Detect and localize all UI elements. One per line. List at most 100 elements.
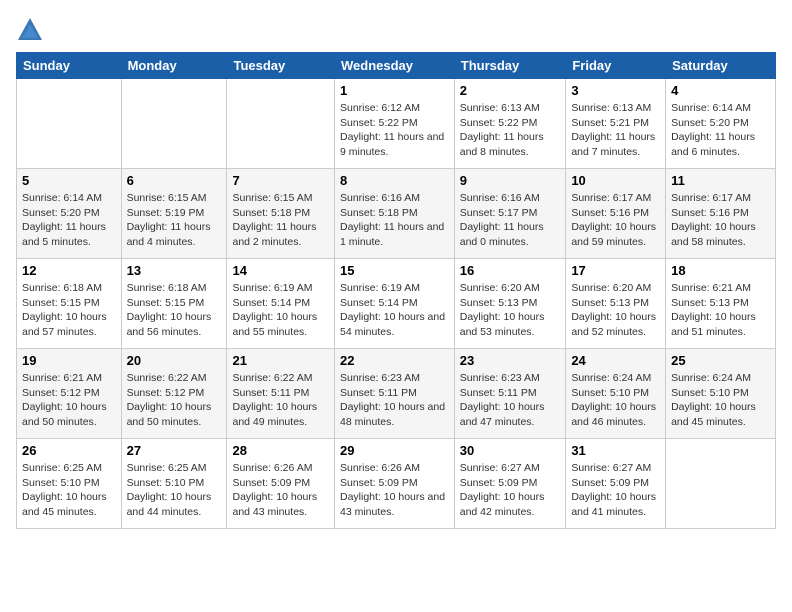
day-info: Sunrise: 6:14 AM Sunset: 5:20 PM Dayligh… [671, 101, 770, 160]
calendar-cell: 3Sunrise: 6:13 AM Sunset: 5:21 PM Daylig… [566, 79, 666, 169]
day-number: 6 [127, 173, 222, 188]
day-info: Sunrise: 6:14 AM Sunset: 5:20 PM Dayligh… [22, 191, 116, 250]
calendar-cell: 31Sunrise: 6:27 AM Sunset: 5:09 PM Dayli… [566, 439, 666, 529]
calendar-cell: 7 Sunrise: 6:15 AM Sunset: 5:18 PM Daylig… [227, 169, 335, 259]
calendar-cell: 17 Sunrise: 6:20 AM Sunset: 5:13 PM Dayli… [566, 259, 666, 349]
day-info: Sunrise: 6:19 AM Sunset: 5:14 PM Dayligh… [340, 281, 449, 340]
day-number: 13 [127, 263, 222, 278]
calendar-week-row: 1 Sunrise: 6:12 AM Sunset: 5:22 PM Daylig… [17, 79, 776, 169]
day-number: 25 [671, 353, 770, 368]
calendar-cell: 8Sunrise: 6:16 AM Sunset: 5:18 PM Daylig… [334, 169, 454, 259]
calendar-cell: 15Sunrise: 6:19 AM Sunset: 5:14 PM Dayli… [334, 259, 454, 349]
day-info: Sunrise: 6:25 AM Sunset: 5:10 PM Dayligh… [22, 461, 116, 520]
calendar-cell: 2 Sunrise: 6:13 AM Sunset: 5:22 PM Daylig… [454, 79, 566, 169]
calendar-cell: 28Sunrise: 6:26 AM Sunset: 5:09 PM Dayli… [227, 439, 335, 529]
logo [16, 16, 46, 44]
day-info: Sunrise: 6:24 AM Sunset: 5:10 PM Dayligh… [571, 371, 660, 430]
day-number: 9 [460, 173, 561, 188]
day-info: Sunrise: 6:20 AM Sunset: 5:13 PM Dayligh… [571, 281, 660, 340]
day-info: Sunrise: 6:13 AM Sunset: 5:21 PM Dayligh… [571, 101, 660, 160]
calendar-week-row: 12Sunrise: 6:18 AM Sunset: 5:15 PM Dayli… [17, 259, 776, 349]
calendar-cell: 1 Sunrise: 6:12 AM Sunset: 5:22 PM Daylig… [334, 79, 454, 169]
calendar-body: 1 Sunrise: 6:12 AM Sunset: 5:22 PM Daylig… [17, 79, 776, 529]
day-number: 31 [571, 443, 660, 458]
calendar-cell: 13Sunrise: 6:18 AM Sunset: 5:15 PM Dayli… [121, 259, 227, 349]
day-info: Sunrise: 6:19 AM Sunset: 5:14 PM Dayligh… [232, 281, 329, 340]
calendar-cell: 24 Sunrise: 6:24 AM Sunset: 5:10 PM Dayli… [566, 349, 666, 439]
day-info: Sunrise: 6:21 AM Sunset: 5:12 PM Dayligh… [22, 371, 116, 430]
day-number: 23 [460, 353, 561, 368]
day-number: 14 [232, 263, 329, 278]
calendar-cell: 29Sunrise: 6:26 AM Sunset: 5:09 PM Dayli… [334, 439, 454, 529]
day-number: 17 [571, 263, 660, 278]
day-info: Sunrise: 6:23 AM Sunset: 5:11 PM Dayligh… [340, 371, 449, 430]
day-number: 20 [127, 353, 222, 368]
calendar-week-row: 5 Sunrise: 6:14 AM Sunset: 5:20 PM Daylig… [17, 169, 776, 259]
calendar-cell: 14 Sunrise: 6:19 AM Sunset: 5:14 PM Dayli… [227, 259, 335, 349]
day-info: Sunrise: 6:20 AM Sunset: 5:13 PM Dayligh… [460, 281, 561, 340]
calendar-cell: 25 Sunrise: 6:24 AM Sunset: 5:10 PM Dayli… [666, 349, 776, 439]
day-number: 24 [571, 353, 660, 368]
page-header [16, 16, 776, 44]
calendar-cell: 11 Sunrise: 6:17 AM Sunset: 5:16 PM Dayli… [666, 169, 776, 259]
day-info: Sunrise: 6:17 AM Sunset: 5:16 PM Dayligh… [671, 191, 770, 250]
day-info: Sunrise: 6:16 AM Sunset: 5:18 PM Dayligh… [340, 191, 449, 250]
day-info: Sunrise: 6:22 AM Sunset: 5:11 PM Dayligh… [232, 371, 329, 430]
header-day: Saturday [666, 53, 776, 79]
header-day: Monday [121, 53, 227, 79]
calendar-table: SundayMondayTuesdayWednesdayThursdayFrid… [16, 52, 776, 529]
logo-icon [16, 16, 44, 44]
calendar-cell: 23 Sunrise: 6:23 AM Sunset: 5:11 PM Dayli… [454, 349, 566, 439]
day-info: Sunrise: 6:15 AM Sunset: 5:18 PM Dayligh… [232, 191, 329, 250]
day-info: Sunrise: 6:17 AM Sunset: 5:16 PM Dayligh… [571, 191, 660, 250]
calendar-cell: 18 Sunrise: 6:21 AM Sunset: 5:13 PM Dayli… [666, 259, 776, 349]
calendar-cell [17, 79, 122, 169]
header-day: Thursday [454, 53, 566, 79]
day-number: 2 [460, 83, 561, 98]
calendar-cell: 5 Sunrise: 6:14 AM Sunset: 5:20 PM Daylig… [17, 169, 122, 259]
day-number: 27 [127, 443, 222, 458]
calendar-cell: 27 Sunrise: 6:25 AM Sunset: 5:10 PM Dayli… [121, 439, 227, 529]
day-number: 5 [22, 173, 116, 188]
day-info: Sunrise: 6:22 AM Sunset: 5:12 PM Dayligh… [127, 371, 222, 430]
day-info: Sunrise: 6:26 AM Sunset: 5:09 PM Dayligh… [232, 461, 329, 520]
day-number: 12 [22, 263, 116, 278]
calendar-cell: 10Sunrise: 6:17 AM Sunset: 5:16 PM Dayli… [566, 169, 666, 259]
calendar-cell: 16 Sunrise: 6:20 AM Sunset: 5:13 PM Dayli… [454, 259, 566, 349]
day-info: Sunrise: 6:25 AM Sunset: 5:10 PM Dayligh… [127, 461, 222, 520]
day-number: 18 [671, 263, 770, 278]
day-number: 16 [460, 263, 561, 278]
calendar-cell [227, 79, 335, 169]
day-number: 30 [460, 443, 561, 458]
calendar-cell: 6 Sunrise: 6:15 AM Sunset: 5:19 PM Daylig… [121, 169, 227, 259]
header-day: Sunday [17, 53, 122, 79]
day-info: Sunrise: 6:16 AM Sunset: 5:17 PM Dayligh… [460, 191, 561, 250]
day-info: Sunrise: 6:15 AM Sunset: 5:19 PM Dayligh… [127, 191, 222, 250]
calendar-cell [121, 79, 227, 169]
day-number: 7 [232, 173, 329, 188]
calendar-cell: 21Sunrise: 6:22 AM Sunset: 5:11 PM Dayli… [227, 349, 335, 439]
calendar-cell: 26Sunrise: 6:25 AM Sunset: 5:10 PM Dayli… [17, 439, 122, 529]
day-info: Sunrise: 6:21 AM Sunset: 5:13 PM Dayligh… [671, 281, 770, 340]
day-number: 19 [22, 353, 116, 368]
day-info: Sunrise: 6:23 AM Sunset: 5:11 PM Dayligh… [460, 371, 561, 430]
calendar-cell: 20 Sunrise: 6:22 AM Sunset: 5:12 PM Dayli… [121, 349, 227, 439]
calendar-cell: 9 Sunrise: 6:16 AM Sunset: 5:17 PM Daylig… [454, 169, 566, 259]
header-day: Wednesday [334, 53, 454, 79]
day-number: 11 [671, 173, 770, 188]
header-day: Friday [566, 53, 666, 79]
day-info: Sunrise: 6:24 AM Sunset: 5:10 PM Dayligh… [671, 371, 770, 430]
day-info: Sunrise: 6:13 AM Sunset: 5:22 PM Dayligh… [460, 101, 561, 160]
day-number: 4 [671, 83, 770, 98]
calendar-cell: 19 Sunrise: 6:21 AM Sunset: 5:12 PM Dayli… [17, 349, 122, 439]
calendar-week-row: 26Sunrise: 6:25 AM Sunset: 5:10 PM Dayli… [17, 439, 776, 529]
day-number: 29 [340, 443, 449, 458]
calendar-cell [666, 439, 776, 529]
calendar-header: SundayMondayTuesdayWednesdayThursdayFrid… [17, 53, 776, 79]
header-row: SundayMondayTuesdayWednesdayThursdayFrid… [17, 53, 776, 79]
day-number: 22 [340, 353, 449, 368]
day-info: Sunrise: 6:27 AM Sunset: 5:09 PM Dayligh… [460, 461, 561, 520]
day-info: Sunrise: 6:12 AM Sunset: 5:22 PM Dayligh… [340, 101, 449, 160]
calendar-week-row: 19 Sunrise: 6:21 AM Sunset: 5:12 PM Dayli… [17, 349, 776, 439]
day-number: 1 [340, 83, 449, 98]
